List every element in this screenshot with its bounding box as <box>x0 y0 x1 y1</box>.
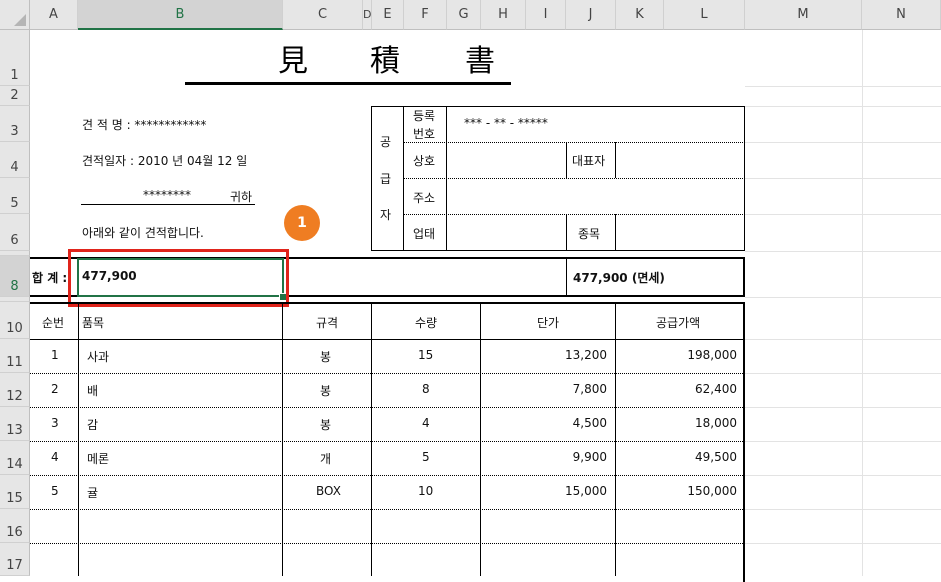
addressee-suffix: 귀하 <box>230 190 253 204</box>
table-row-1-seq: 1 <box>51 348 59 362</box>
header-qty: 수량 <box>415 316 438 330</box>
header-unit-price: 단가 <box>537 316 560 330</box>
column-header-e[interactable]: E <box>372 0 404 30</box>
items-table <box>30 302 745 582</box>
row-header-13[interactable]: 13 <box>0 407 30 441</box>
row-header-3[interactable]: 3 <box>0 106 30 142</box>
row-header-4[interactable]: 4 <box>0 142 30 178</box>
table-row-1-item: 사과 <box>87 350 110 364</box>
table-row-2-spec: 봉 <box>320 384 332 398</box>
table-row-2-seq: 2 <box>51 382 59 396</box>
column-header-a[interactable]: A <box>30 0 78 30</box>
row-header-6[interactable]: 6 <box>0 214 30 251</box>
total-value-right: 477,900 (면세) <box>573 271 665 285</box>
business-item-label: 종목 <box>578 227 601 241</box>
table-row-5-price: 15,000 <box>565 484 607 498</box>
title-char-2: 積 <box>370 44 400 79</box>
estimate-date-label: 견적일자 : 2010 년 04월 12 일 <box>82 154 248 168</box>
header-supply-amount: 공급가액 <box>656 316 701 330</box>
business-type-label: 업태 <box>413 227 436 241</box>
table-row-3-amount: 18,000 <box>695 416 737 430</box>
title-char-3: 書 <box>465 44 495 79</box>
header-seq: 순번 <box>42 316 65 330</box>
row-header-12[interactable]: 12 <box>0 373 30 407</box>
reg-number-value: *** - ** - ***** <box>464 116 548 130</box>
table-row-3-price: 4,500 <box>572 416 607 430</box>
select-all-corner[interactable] <box>0 0 30 30</box>
table-row-2-amount: 62,400 <box>695 382 737 396</box>
table-row-3-item: 감 <box>87 418 99 432</box>
column-header-k[interactable]: K <box>616 0 664 30</box>
row-header-14[interactable]: 14 <box>0 441 30 475</box>
column-header-c[interactable]: C <box>283 0 363 30</box>
table-row-4-price: 9,900 <box>572 450 607 464</box>
representative-label: 대표자 <box>572 154 606 168</box>
table-row-2-price: 7,800 <box>572 382 607 396</box>
row-header-16[interactable]: 16 <box>0 509 30 543</box>
table-row-5-spec: BOX <box>316 484 341 498</box>
table-row-1-amount: 198,000 <box>687 348 737 362</box>
supplier-side-char-1: 공 <box>380 135 392 149</box>
table-row-2-item: 배 <box>87 384 99 398</box>
row-header-5[interactable]: 5 <box>0 178 30 214</box>
total-label: 합 계 : <box>32 271 68 285</box>
table-row-3-qty: 4 <box>422 416 430 430</box>
header-item: 품목 <box>82 316 105 330</box>
table-row-5-item: 귤 <box>87 486 99 500</box>
reg-label-line2: 번호 <box>413 127 436 141</box>
table-row-4-seq: 4 <box>51 450 59 464</box>
column-header-n[interactable]: N <box>862 0 941 30</box>
table-row-4-amount: 49,500 <box>695 450 737 464</box>
column-header-h[interactable]: H <box>481 0 526 30</box>
row-header-17[interactable]: 17 <box>0 543 30 576</box>
column-header-i[interactable]: I <box>526 0 566 30</box>
row-header-15[interactable]: 15 <box>0 475 30 509</box>
column-header-m[interactable]: M <box>745 0 862 30</box>
table-row-1-qty: 15 <box>418 348 434 362</box>
estimate-name-label: 견 적 명 : ************ <box>82 118 207 132</box>
row-header-11[interactable]: 11 <box>0 339 30 373</box>
column-header-d[interactable]: D <box>363 0 372 30</box>
column-header-g[interactable]: G <box>447 0 481 30</box>
addressee-name: ******** <box>143 188 191 202</box>
table-row-3-spec: 봉 <box>320 418 332 432</box>
title-underline <box>185 82 511 85</box>
company-label: 상호 <box>413 154 436 168</box>
intro-text: 아래와 같이 견적합니다. <box>82 226 204 240</box>
row-header-2[interactable]: 2 <box>0 86 30 106</box>
column-header-j[interactable]: J <box>566 0 616 30</box>
row-header-1[interactable]: 1 <box>0 30 30 86</box>
header-spec: 규격 <box>316 316 339 330</box>
table-row-4-item: 메론 <box>87 452 110 466</box>
title-char-1: 見 <box>278 44 308 79</box>
table-row-5-amount: 150,000 <box>687 484 737 498</box>
row-header-10[interactable]: 10 <box>0 302 30 339</box>
column-header-f[interactable]: F <box>404 0 447 30</box>
highlight-box <box>68 249 289 307</box>
callout-number: 1 <box>297 215 307 231</box>
row-header-8[interactable]: 8 <box>0 256 30 297</box>
supplier-side-char-3: 자 <box>380 208 392 222</box>
table-row-4-qty: 5 <box>422 450 430 464</box>
column-header-l[interactable]: L <box>664 0 745 30</box>
table-row-1-spec: 봉 <box>320 350 332 364</box>
addressee-underline <box>81 204 255 205</box>
select-all-triangle-icon <box>14 14 26 26</box>
table-row-4-spec: 개 <box>320 452 332 466</box>
table-row-3-seq: 3 <box>51 416 59 430</box>
reg-label-line1: 등록 <box>413 109 436 123</box>
callout-badge: 1 <box>284 205 320 241</box>
table-row-2-qty: 8 <box>422 382 430 396</box>
table-row-5-seq: 5 <box>51 484 59 498</box>
table-row-1-price: 13,200 <box>565 348 607 362</box>
supplier-side-char-2: 급 <box>380 172 392 186</box>
column-header-b[interactable]: B <box>78 0 283 30</box>
table-row-5-qty: 10 <box>418 484 434 498</box>
address-label: 주소 <box>413 191 436 205</box>
